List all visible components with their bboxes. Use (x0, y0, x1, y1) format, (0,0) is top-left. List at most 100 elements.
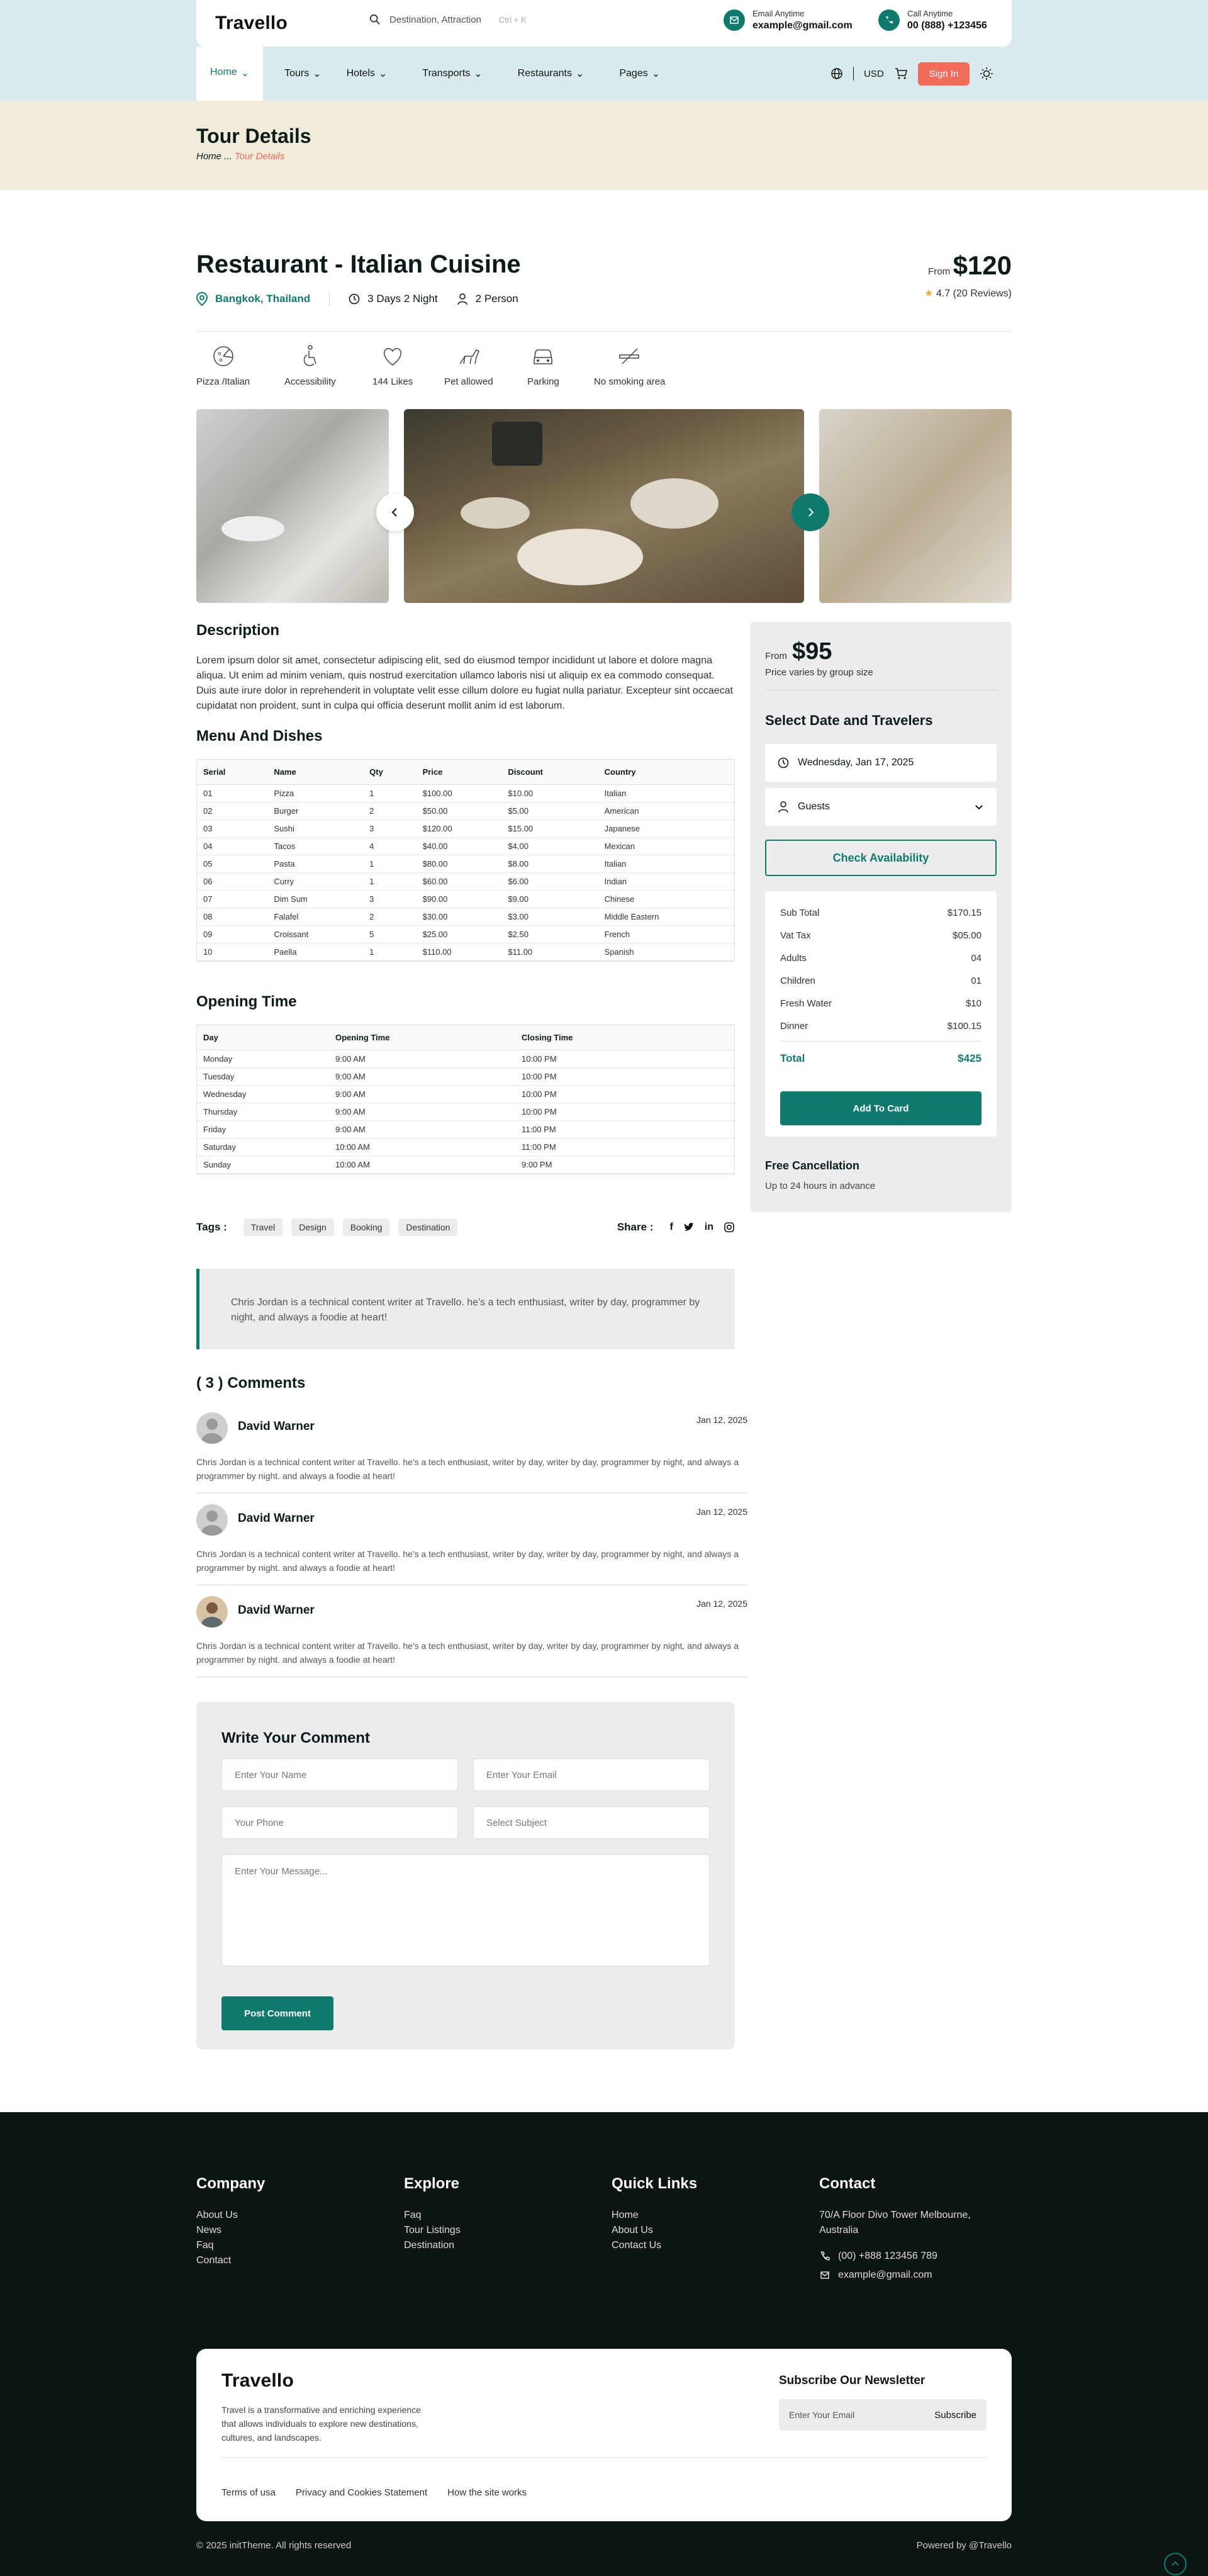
message-textarea[interactable]: Enter Your Message... (221, 1854, 710, 1966)
name-input[interactable]: Enter Your Name (221, 1758, 458, 1791)
mail-icon (724, 9, 745, 31)
date-picker[interactable]: Wednesday, Jan 17, 2025 (765, 744, 997, 782)
footer-link[interactable]: About Us (196, 2208, 265, 2223)
footer-link[interactable]: About Us (612, 2223, 697, 2238)
guests-select[interactable]: Guests (765, 788, 997, 826)
footer-heading: Company (196, 2175, 266, 2192)
table-row: 02 Burger 2 $50.00 $5.00 American (197, 802, 734, 820)
legal-link[interactable]: Terms of usa (221, 2487, 276, 2498)
person-icon (457, 293, 467, 305)
table-cell: $3.00 (501, 908, 598, 926)
logo[interactable]: Travello (215, 13, 288, 34)
listing-meta: Bangkok, Thailand 3 Days 2 Night 2 Perso… (196, 292, 518, 306)
tag[interactable]: Design (291, 1218, 334, 1236)
search-shortcut: Ctrl + K (498, 14, 527, 25)
summary-row: Sub Total $170.15 (780, 908, 982, 918)
table-cell: 10 (197, 943, 268, 961)
search-box[interactable]: Destination, Attraction Ctrl + K (369, 14, 527, 25)
sign-in-button[interactable]: Sign In (917, 62, 970, 86)
gallery-next-button[interactable] (791, 493, 829, 531)
table-cell: 9:00 AM (329, 1120, 515, 1139)
instagram-icon[interactable] (724, 1222, 735, 1233)
listing-location[interactable]: Bangkok, Thailand (215, 293, 310, 305)
newsletter-input[interactable]: Enter Your Email Subscribe (779, 2399, 987, 2431)
breadcrumb-home[interactable]: Home (196, 151, 221, 162)
currency-select[interactable]: USD (864, 69, 884, 79)
sun-icon[interactable] (980, 67, 993, 81)
footer-quick-links: Quick Links Home About Us Contact Us (612, 2175, 697, 2253)
footer-link[interactable]: Destination (404, 2238, 461, 2253)
search-input[interactable]: Destination, Attraction (389, 14, 481, 25)
gallery-image-left[interactable] (196, 409, 389, 603)
sidebar-price-note: Price varies by group size (765, 667, 873, 678)
plate-shape (630, 478, 719, 529)
menu-heading: Menu And Dishes (196, 728, 323, 745)
footer-phone[interactable]: (00) +888 123456 789 (819, 2251, 995, 2262)
tag[interactable]: Travel (243, 1218, 283, 1236)
phone-input[interactable]: Your Phone (221, 1806, 458, 1839)
table-cell: Pizza (267, 784, 364, 802)
legal-link[interactable]: How the site works (447, 2487, 527, 2498)
subscribe-button[interactable]: Subscribe (934, 2410, 976, 2421)
breadcrumb: Home ... Tour Details (196, 151, 284, 162)
table-cell: $80.00 (416, 855, 502, 873)
sidebar-price: From $95 (765, 638, 832, 665)
facebook-icon[interactable]: f (669, 1222, 673, 1233)
summary-row: Adults 04 (780, 953, 982, 964)
nav-restaurants[interactable]: Restaurants ⌄ (495, 47, 597, 101)
legal-link[interactable]: Privacy and Cookies Statement (296, 2487, 427, 2498)
globe-icon[interactable] (830, 67, 843, 80)
table-row: 05 Pasta 1 $80.00 $8.00 Italian (197, 855, 734, 873)
footer-logo[interactable]: Travello (221, 2370, 294, 2392)
post-comment-button[interactable]: Post Comment (221, 1996, 333, 2030)
summary-value: $100.15 (947, 1021, 982, 1032)
nav-pages[interactable]: Pages ⌄ (596, 47, 673, 101)
cart-icon[interactable] (894, 67, 908, 81)
table-cell: Wednesday (197, 1085, 329, 1103)
add-to-cart-button[interactable]: Add To Card (780, 1091, 982, 1125)
footer-link[interactable]: Faq (196, 2238, 265, 2253)
tag[interactable]: Destination (398, 1218, 458, 1236)
summary-label: Adults (780, 953, 807, 964)
linkedin-icon[interactable]: in (705, 1222, 713, 1233)
call-contact[interactable]: Call Anytime 00 (888) +123456 (878, 9, 987, 31)
page-title: Tour Details (196, 125, 311, 147)
footer-link[interactable]: Contact (196, 2253, 265, 2268)
nav-hotels[interactable]: Hotels ⌄ (334, 47, 400, 101)
footer-address: 70/A Floor Divo Tower Melbourne, Austral… (819, 2210, 971, 2236)
table-row: 04 Tacos 4 $40.00 $4.00 Mexican (197, 837, 734, 855)
footer-link[interactable]: Tour Listings (404, 2223, 461, 2238)
gallery-image-main[interactable] (404, 409, 804, 603)
table-row: 08 Falafel 2 $30.00 $3.00 Middle Eastern (197, 908, 734, 926)
table-cell: 9:00 AM (329, 1085, 515, 1103)
amenity-accessibility: Accessibility (284, 344, 336, 387)
twitter-icon[interactable] (683, 1222, 695, 1232)
table-cell: $120.00 (416, 819, 502, 838)
nav-tours[interactable]: Tours ⌄ (263, 47, 334, 101)
gallery-prev-button[interactable] (376, 493, 414, 531)
table-cell: 08 (197, 908, 268, 926)
tag[interactable]: Booking (342, 1218, 390, 1236)
summary-value: $10 (965, 998, 982, 1009)
divider (780, 1041, 982, 1042)
email-input[interactable]: Enter Your Email (473, 1758, 710, 1791)
footer-link[interactable]: Faq (404, 2208, 461, 2223)
plate-shape (461, 497, 530, 529)
footer-link[interactable]: Home (612, 2208, 697, 2223)
nav-transports[interactable]: Transports ⌄ (400, 47, 495, 101)
email-contact[interactable]: Email Anytime example@gmail.com (724, 9, 853, 31)
newsletter-placeholder: Enter Your Email (789, 2410, 855, 2420)
footer-phone-value: (00) +888 123456 789 (838, 2251, 937, 2261)
footer-link[interactable]: Contact Us (612, 2238, 697, 2253)
summary-label: Children (780, 976, 815, 986)
subject-select[interactable]: Select Subject (473, 1806, 710, 1839)
listing-price: From $120 (919, 250, 1012, 281)
tags-row: Tags : Travel Design Booking Destination… (196, 1218, 735, 1236)
table-cell: 10:00 AM (329, 1156, 515, 1174)
table-cell: Mexican (598, 837, 734, 855)
scroll-top-button[interactable] (1164, 2553, 1187, 2575)
footer-link[interactable]: News (196, 2223, 265, 2238)
gallery-image-right[interactable] (819, 409, 1012, 603)
footer-email[interactable]: example@gmail.com (819, 2269, 995, 2281)
check-availability-button[interactable]: Check Availability (765, 840, 997, 876)
